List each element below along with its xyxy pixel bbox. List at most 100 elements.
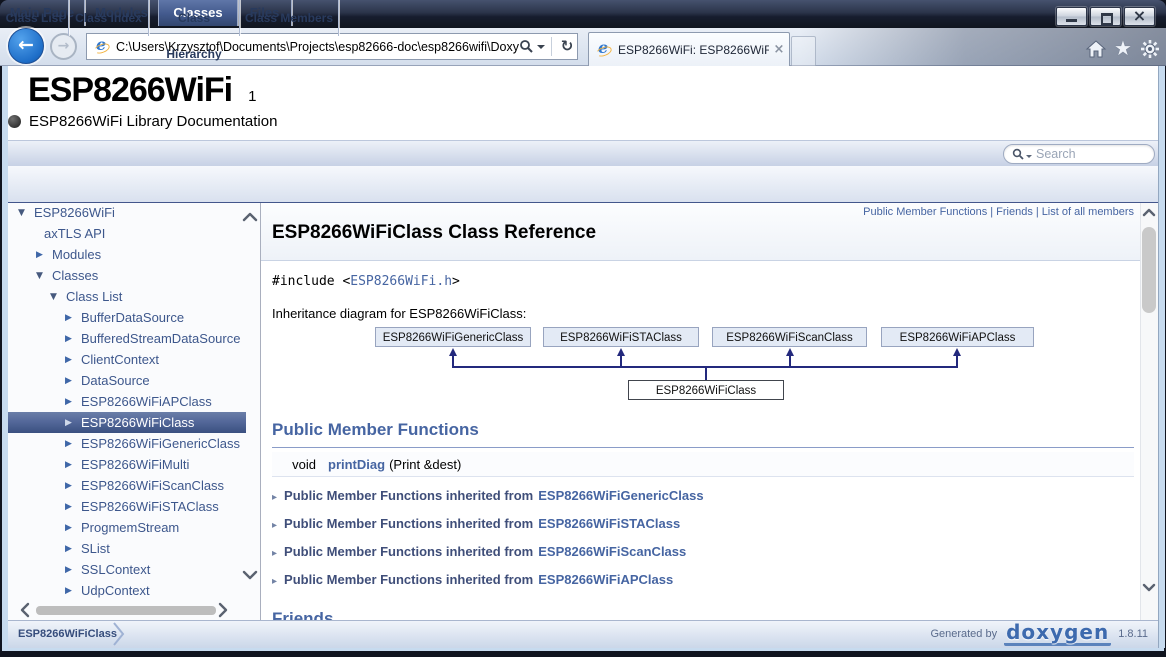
new-tab-button[interactable]: [791, 36, 816, 66]
search-input[interactable]: [1034, 146, 1154, 162]
sidebar-scroll-left-icon[interactable]: [20, 602, 30, 618]
search-filter-caret-icon[interactable]: [1026, 155, 1032, 158]
tree-item-sslcontext[interactable]: SSLContext: [8, 559, 246, 580]
tab-class-hierarchy[interactable]: Class Hierarchy: [149, 0, 240, 36]
tree-expand-icon[interactable]: [36, 250, 52, 260]
inherited-section-genericclass[interactable]: Public Member Functions inherited fromES…: [272, 484, 1134, 508]
favorites-star-icon[interactable]: [1112, 38, 1134, 60]
tree-expand-icon[interactable]: [65, 397, 81, 407]
refresh-icon[interactable]: [557, 34, 577, 59]
minimize-button[interactable]: [1056, 7, 1087, 26]
search-icon[interactable]: [519, 39, 534, 54]
breadcrumb-esp8266wificlass[interactable]: ESP8266WiFiClass: [18, 620, 117, 648]
restore-button[interactable]: [1090, 7, 1121, 26]
tree-item-bufferedstreamdatasource[interactable]: BufferedStreamDataSource: [8, 328, 246, 349]
tree-expand-icon[interactable]: [65, 460, 81, 470]
doc-search-box[interactable]: [1003, 144, 1155, 164]
tree-expand-icon[interactable]: [65, 439, 81, 449]
tree-item-clientcontext[interactable]: ClientContext: [8, 349, 246, 370]
sidebar-scroll-right-icon[interactable]: [218, 602, 228, 618]
address-dropdown-icon[interactable]: [537, 45, 545, 49]
tree-expand-icon[interactable]: [65, 418, 81, 428]
tree-expand-icon[interactable]: [65, 586, 81, 596]
inherited-section-scanclass[interactable]: Public Member Functions inherited fromES…: [272, 540, 1134, 564]
tree-item-udpcontext[interactable]: UdpContext: [8, 580, 246, 601]
tree-expand-icon[interactable]: [65, 544, 81, 554]
tree-item-datasource[interactable]: DataSource: [8, 370, 246, 391]
tree-expand-icon[interactable]: [65, 523, 81, 533]
tree-collapse-icon[interactable]: [50, 292, 66, 302]
doxygen-version: 1.8.11: [1118, 628, 1148, 640]
tab-favicon: [596, 41, 614, 59]
tree-item-esp8266wifiapclass[interactable]: ESP8266WiFiAPClass: [8, 391, 246, 412]
content-scroll-up-icon[interactable]: [1142, 208, 1156, 217]
class-link-apclass[interactable]: ESP8266WiFiAPClass: [538, 572, 673, 587]
link-list-of-all-members[interactable]: List of all members: [1042, 206, 1134, 218]
address-bar[interactable]: [86, 33, 578, 60]
diagram-node-apclass[interactable]: ESP8266WiFiAPClass: [881, 327, 1034, 347]
tree-expand-icon[interactable]: [65, 355, 81, 365]
expand-arrow-icon[interactable]: [272, 520, 277, 531]
tree-item-axtls-api[interactable]: axTLS API: [8, 223, 246, 244]
sidebar-divider: [260, 203, 261, 620]
sidebar-scroll-down-icon[interactable]: [242, 570, 258, 580]
tree-expand-icon[interactable]: [65, 502, 81, 512]
tree-item-class-list[interactable]: Class List: [8, 286, 246, 307]
tree-collapse-icon[interactable]: [36, 271, 52, 281]
tree-expand-icon[interactable]: [65, 376, 81, 386]
tree-expand-icon[interactable]: [65, 481, 81, 491]
tree-item-esp8266wifimulti[interactable]: ESP8266WiFiMulti: [8, 454, 246, 475]
tree-item-classes[interactable]: Classes: [8, 265, 246, 286]
diagram-node-genericclass[interactable]: ESP8266WiFiGenericClass: [375, 327, 531, 347]
tree-item-esp8266wificlass-selected[interactable]: ESP8266WiFiClass: [8, 412, 246, 433]
inheritance-edge: [452, 356, 454, 367]
diagram-node-scanclass[interactable]: ESP8266WiFiScanClass: [712, 327, 867, 347]
link-public-member-functions[interactable]: Public Member Functions: [863, 206, 987, 218]
tab-close-icon[interactable]: [769, 35, 789, 65]
class-link-scanclass[interactable]: ESP8266WiFiScanClass: [538, 544, 686, 559]
tree-item-slist[interactable]: SList: [8, 538, 246, 559]
sidebar-scroll-up-icon[interactable]: [242, 212, 258, 222]
generated-by-row: Generated by doxygen 1.8.11: [930, 620, 1148, 648]
diagram-node-staclass[interactable]: ESP8266WiFiSTAClass: [543, 327, 699, 347]
diagram-node-esp8266wificlass[interactable]: ESP8266WiFiClass: [628, 380, 784, 400]
browser-tab[interactable]: ESP8266WiFi: ESP8266WiFi...: [588, 32, 790, 66]
member-link-printdiag[interactable]: printDiag: [328, 457, 385, 472]
tab-class-list[interactable]: Class List: [0, 0, 69, 36]
main-tab-bar: [8, 140, 1158, 166]
tree-collapse-icon[interactable]: [18, 208, 34, 218]
inherited-section-apclass[interactable]: Public Member Functions inherited fromES…: [272, 568, 1134, 592]
include-file-link[interactable]: ESP8266WiFi.h: [350, 274, 452, 289]
link-friends[interactable]: Friends: [996, 206, 1033, 218]
class-link-staclass[interactable]: ESP8266WiFiSTAClass: [538, 516, 680, 531]
doxygen-logo[interactable]: doxygen: [1004, 622, 1111, 646]
tree-item-bufferdatasource[interactable]: BufferDataSource: [8, 307, 246, 328]
home-icon[interactable]: [1085, 38, 1107, 60]
content-scrollbar-thumb[interactable]: [1142, 227, 1156, 313]
tree-expand-icon[interactable]: [65, 313, 81, 323]
expand-arrow-icon[interactable]: [272, 548, 277, 559]
project-brief-row: ESP8266WiFi Library Documentation: [8, 113, 277, 130]
tree-item-esp8266wifigenericclass[interactable]: ESP8266WiFiGenericClass: [8, 433, 246, 454]
tree-item-esp8266wifiscanclass[interactable]: ESP8266WiFiScanClass: [8, 475, 246, 496]
close-button[interactable]: [1124, 7, 1155, 26]
content-scroll-down-icon[interactable]: [1142, 583, 1156, 592]
settings-gear-icon[interactable]: [1139, 38, 1161, 60]
inheritance-caption: Inheritance diagram for ESP8266WiFiClass…: [272, 306, 526, 321]
tab-class-index[interactable]: Class Index: [69, 0, 149, 36]
breadcrumb-chevron-icon: [112, 621, 126, 647]
expand-arrow-icon[interactable]: [272, 492, 277, 503]
tree-item-esp8266wifi[interactable]: ESP8266WiFi: [8, 202, 246, 223]
expand-arrow-icon[interactable]: [272, 576, 277, 587]
inheritance-arrow-icon: [449, 348, 457, 356]
tree-item-modules[interactable]: Modules: [8, 244, 246, 265]
tree-expand-icon[interactable]: [65, 334, 81, 344]
class-link-genericclass[interactable]: ESP8266WiFiGenericClass: [538, 488, 703, 503]
tree-item-progmemstream[interactable]: ProgmemStream: [8, 517, 246, 538]
tree-expand-icon[interactable]: [65, 565, 81, 575]
tab-class-members[interactable]: Class Members: [240, 0, 339, 36]
inherited-section-staclass[interactable]: Public Member Functions inherited fromES…: [272, 512, 1134, 536]
sidebar-hscroll-thumb[interactable]: [36, 606, 216, 615]
forward-button[interactable]: [50, 33, 77, 60]
tree-item-esp8266wifistaclass[interactable]: ESP8266WiFiSTAClass: [8, 496, 246, 517]
